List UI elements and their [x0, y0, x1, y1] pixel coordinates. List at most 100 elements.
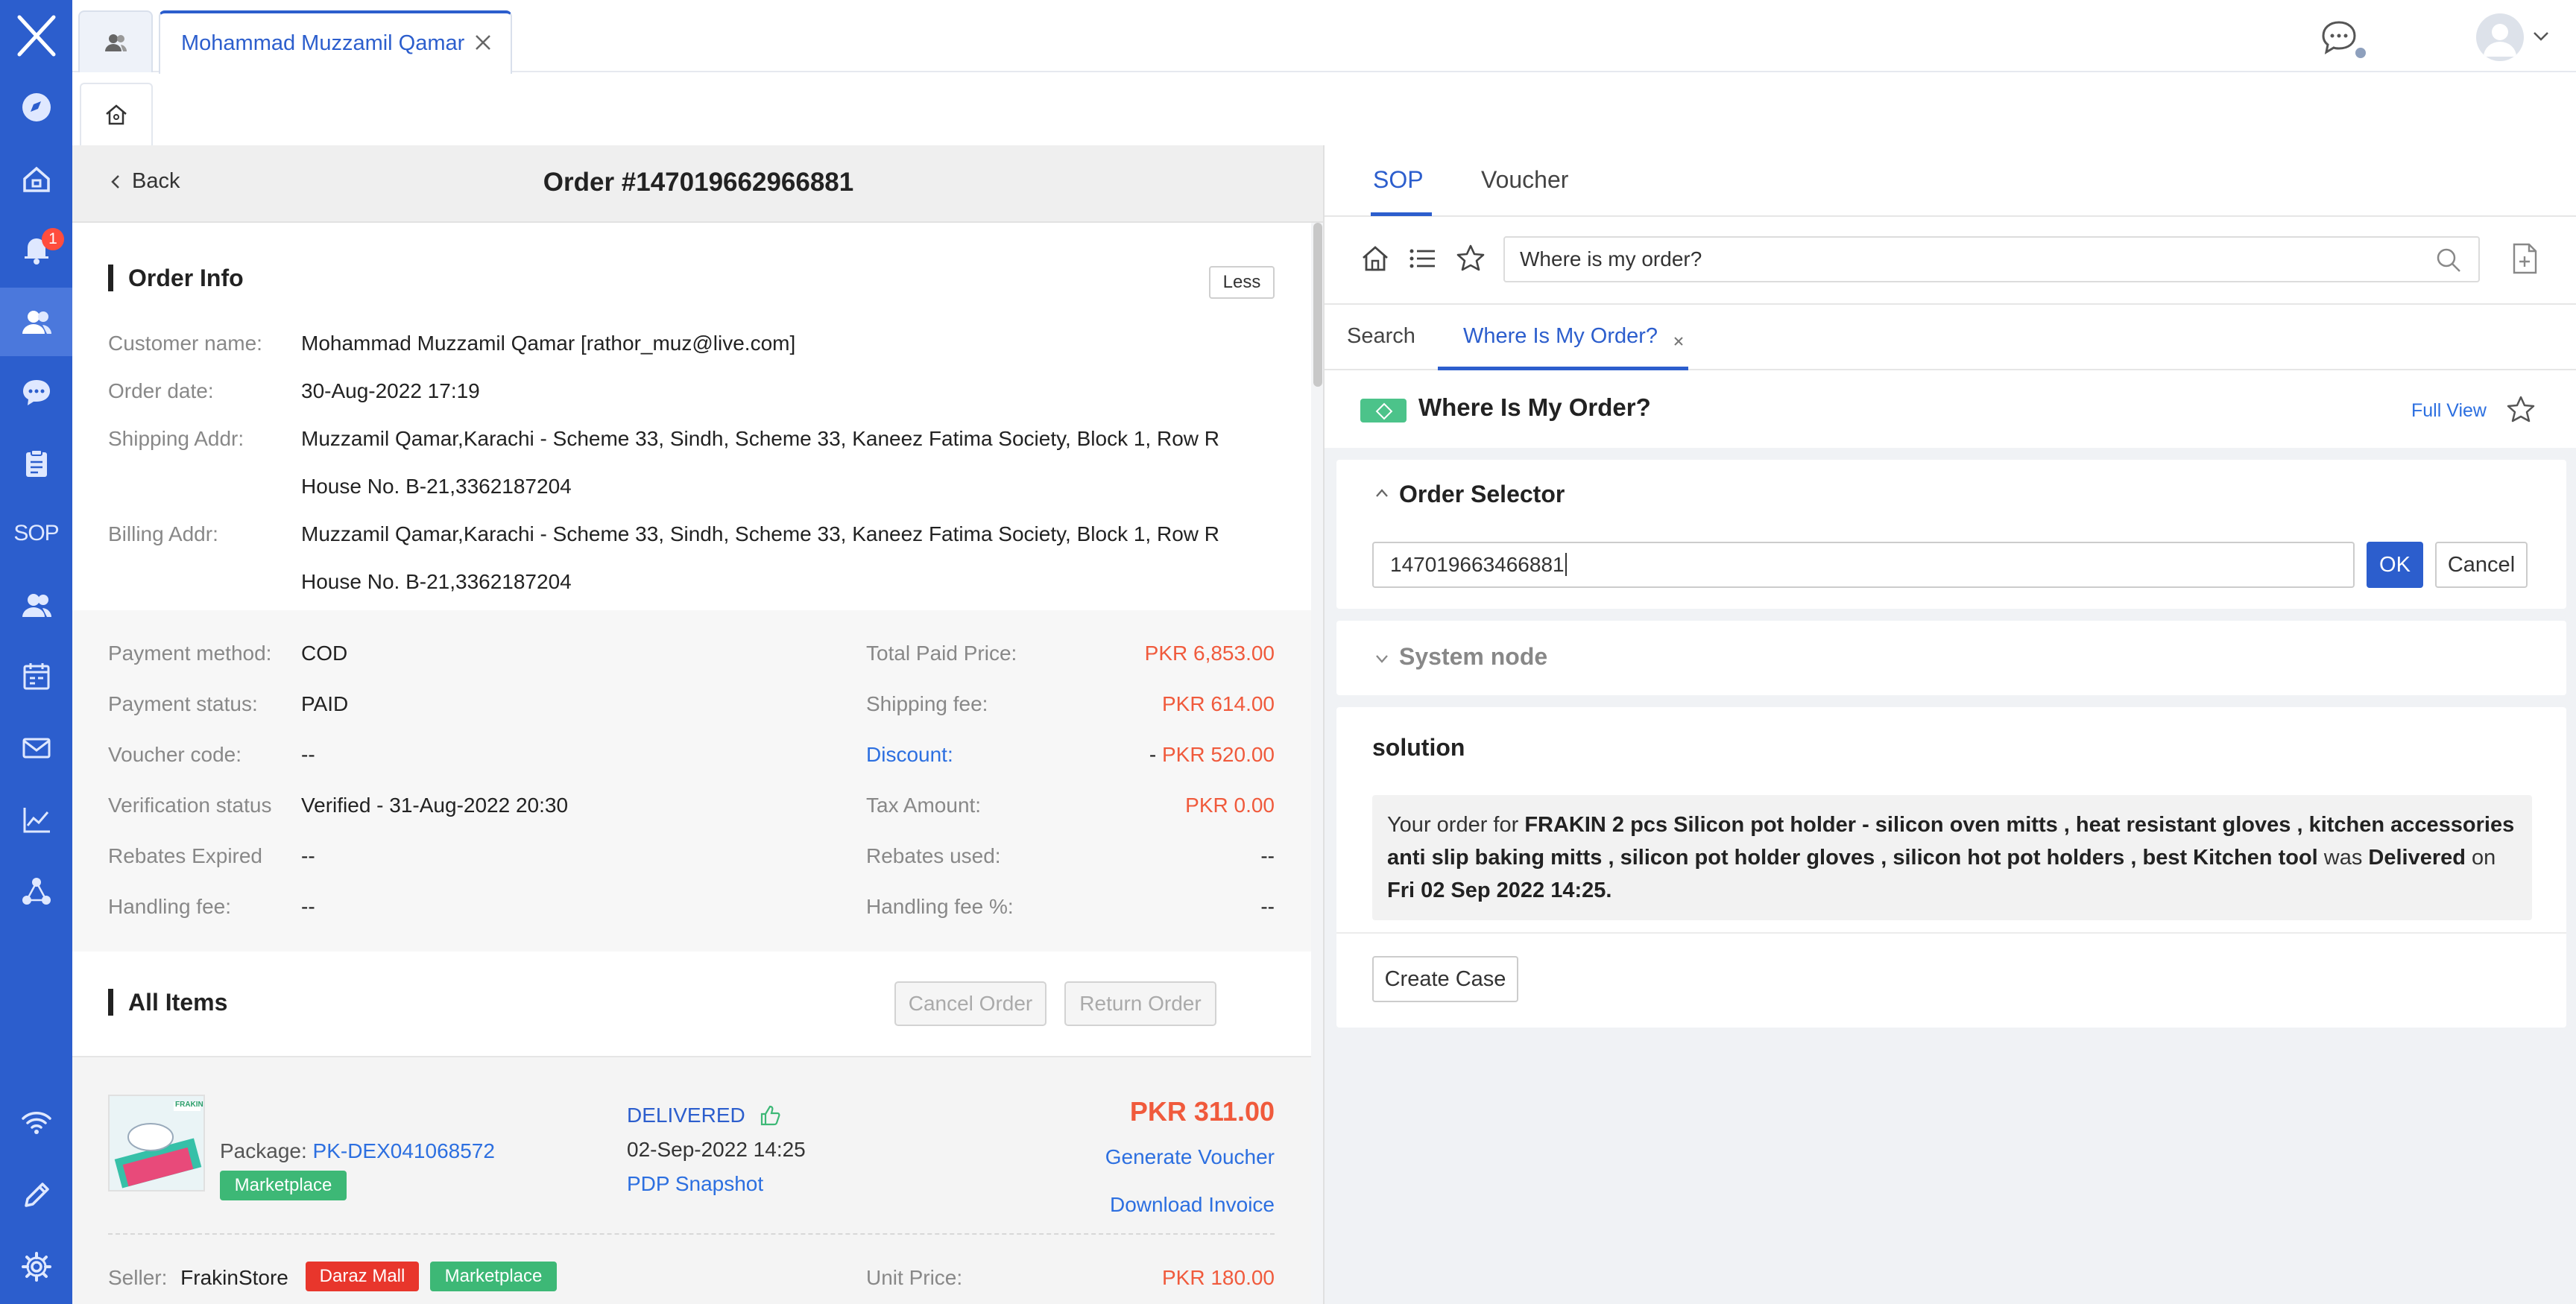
tab-voucher[interactable]: Voucher: [1481, 166, 1568, 194]
sidebar-item-settings[interactable]: [0, 1234, 72, 1300]
less-button[interactable]: Less: [1209, 266, 1275, 299]
payment-method-value: COD: [301, 642, 348, 665]
sidebar-item-explore[interactable]: [0, 75, 72, 140]
favorite-star-icon[interactable]: [2506, 394, 2536, 424]
top-bar: Mohammad Muzzamil Qamar: [72, 0, 2576, 74]
tab-sop[interactable]: SOP: [1373, 166, 1424, 194]
order-info-card: Order Info Less Customer name: Mohammad …: [72, 223, 1311, 610]
sidebar-item-notifications[interactable]: 1: [0, 216, 72, 282]
ok-button[interactable]: OK: [2367, 542, 2423, 588]
sidebar-item-network[interactable]: [0, 858, 72, 924]
messages-icon[interactable]: [2318, 16, 2360, 58]
sidebar-item-reports[interactable]: [0, 787, 72, 852]
sidebar-item-tasks[interactable]: [0, 431, 72, 496]
sidebar-item-home[interactable]: [0, 146, 72, 212]
order-panel: Back Order #147019662966881 Order Info L…: [72, 145, 1325, 1304]
handling-fee-pct-label: Handling fee %:: [866, 895, 1014, 918]
sop-search-value: Where is my order?: [1520, 247, 1702, 270]
handling-fee-value: --: [301, 895, 315, 918]
generate-voucher-link[interactable]: Generate Voucher: [1105, 1145, 1275, 1169]
package-id-link[interactable]: PK-DEX041068572: [313, 1139, 495, 1162]
divider: [108, 1233, 1275, 1235]
delivery-status: DELIVERED: [627, 1104, 781, 1127]
calendar-icon: [23, 663, 49, 690]
solution-title: solution: [1372, 734, 1465, 761]
gear-icon: [21, 1252, 51, 1282]
thumbs-up-icon[interactable]: [759, 1104, 781, 1127]
order-header: Back Order #147019662966881: [72, 145, 1325, 223]
home-row: [72, 74, 2576, 145]
shipping-fee-label: Shipping fee:: [866, 692, 988, 715]
sop-icon: SOP: [13, 521, 59, 545]
system-node-panel: System node: [1336, 621, 2566, 695]
search-icon[interactable]: [2435, 247, 2462, 273]
chevron-down-icon[interactable]: [2530, 25, 2552, 48]
discount-link[interactable]: Discount:: [866, 743, 953, 767]
tab-contacts[interactable]: [78, 10, 153, 72]
rebates-expired-value: --: [301, 844, 315, 867]
tax-amount-label: Tax Amount:: [866, 794, 982, 817]
cancel-button[interactable]: Cancel: [2435, 542, 2528, 588]
solution-text: Your order for FRAKIN 2 pcs Silicon pot …: [1372, 795, 2532, 920]
users-icon: [22, 594, 51, 617]
chevron-down-icon[interactable]: [1372, 649, 1392, 668]
billing-addr-line1: Muzzamil Qamar,Karachi - Scheme 33, Sind…: [301, 522, 1219, 545]
full-view-link[interactable]: Full View: [2411, 400, 2487, 422]
sop-panel: SOP Voucher Where is my order? Search Wh…: [1323, 145, 2576, 1304]
home-icon: [106, 104, 127, 125]
product-thumbnail[interactable]: FRAKIN: [108, 1095, 205, 1191]
total-paid-value: PKR 6,853.00: [1144, 642, 1275, 665]
close-icon[interactable]: [1672, 335, 1685, 348]
seller-name[interactable]: FrakinStore: [180, 1266, 288, 1289]
sidebar-item-mail[interactable]: [0, 715, 72, 781]
return-order-button[interactable]: Return Order: [1064, 981, 1216, 1026]
subtab-where-is-my-order[interactable]: Where Is My Order?: [1463, 324, 1658, 349]
order-number-input[interactable]: 147019663466881: [1372, 542, 2355, 588]
pdp-snapshot-link[interactable]: PDP Snapshot: [627, 1172, 763, 1196]
solution-text-on: on: [2465, 846, 2496, 870]
pencil-icon: [24, 1183, 49, 1207]
divider: [1336, 932, 2566, 934]
seller-label: Seller:: [108, 1266, 168, 1289]
home-tab-button[interactable]: [80, 83, 153, 145]
tab-customer-label: Mohammad Muzzamil Qamar: [181, 31, 465, 55]
subtab-search[interactable]: Search: [1347, 324, 1415, 349]
marketplace-tag: Marketplace: [220, 1171, 347, 1200]
unit-price-value: PKR 180.00: [1162, 1266, 1275, 1289]
order-number-value: 147019663466881: [1390, 553, 1565, 576]
new-document-icon[interactable]: [2510, 242, 2539, 275]
avatar[interactable]: [2476, 13, 2524, 61]
sop-search-input[interactable]: Where is my order?: [1503, 236, 2480, 282]
rebates-used-label: Rebates used:: [866, 844, 1001, 867]
sidebar-item-edit[interactable]: [0, 1162, 72, 1228]
star-icon[interactable]: [1454, 242, 1487, 275]
scrollbar[interactable]: [1313, 223, 1322, 387]
home-icon[interactable]: [1359, 242, 1392, 275]
unit-price-label: Unit Price:: [866, 1266, 963, 1289]
sop-toolbar: Where is my order?: [1325, 217, 2576, 305]
compass-icon: [22, 93, 51, 121]
handling-fee-label: Handling fee:: [108, 895, 232, 918]
close-icon[interactable]: [472, 31, 494, 54]
discount-value: - PKR 520.00: [1149, 743, 1275, 767]
create-case-button[interactable]: Create Case: [1372, 956, 1518, 1002]
sidebar-item-users[interactable]: [0, 572, 72, 638]
sidebar-item-sop[interactable]: SOP: [0, 501, 72, 566]
download-invoice-link[interactable]: Download Invoice: [1110, 1193, 1275, 1217]
sidebar-item-calendar[interactable]: [0, 644, 72, 709]
notification-badge: 1: [42, 228, 64, 250]
sidebar-item-connection[interactable]: [0, 1089, 72, 1155]
daraz-mall-tag: Daraz Mall: [306, 1262, 419, 1291]
status-dot: [2355, 48, 2366, 58]
billing-addr-label: Billing Addr:: [108, 522, 218, 545]
payment-method-label: Payment method:: [108, 642, 272, 665]
shipping-addr-label: Shipping Addr:: [108, 427, 244, 450]
chevron-up-icon[interactable]: [1372, 484, 1392, 503]
sidebar-item-chat[interactable]: [0, 359, 72, 425]
sop-title: Where Is My Order?: [1418, 393, 1651, 421]
cancel-order-button[interactable]: Cancel Order: [894, 981, 1046, 1026]
list-icon[interactable]: [1407, 242, 1439, 275]
sidebar-item-customers[interactable]: [0, 288, 72, 356]
tab-customer[interactable]: Mohammad Muzzamil Qamar: [159, 10, 512, 74]
app-logo[interactable]: [0, 0, 72, 71]
